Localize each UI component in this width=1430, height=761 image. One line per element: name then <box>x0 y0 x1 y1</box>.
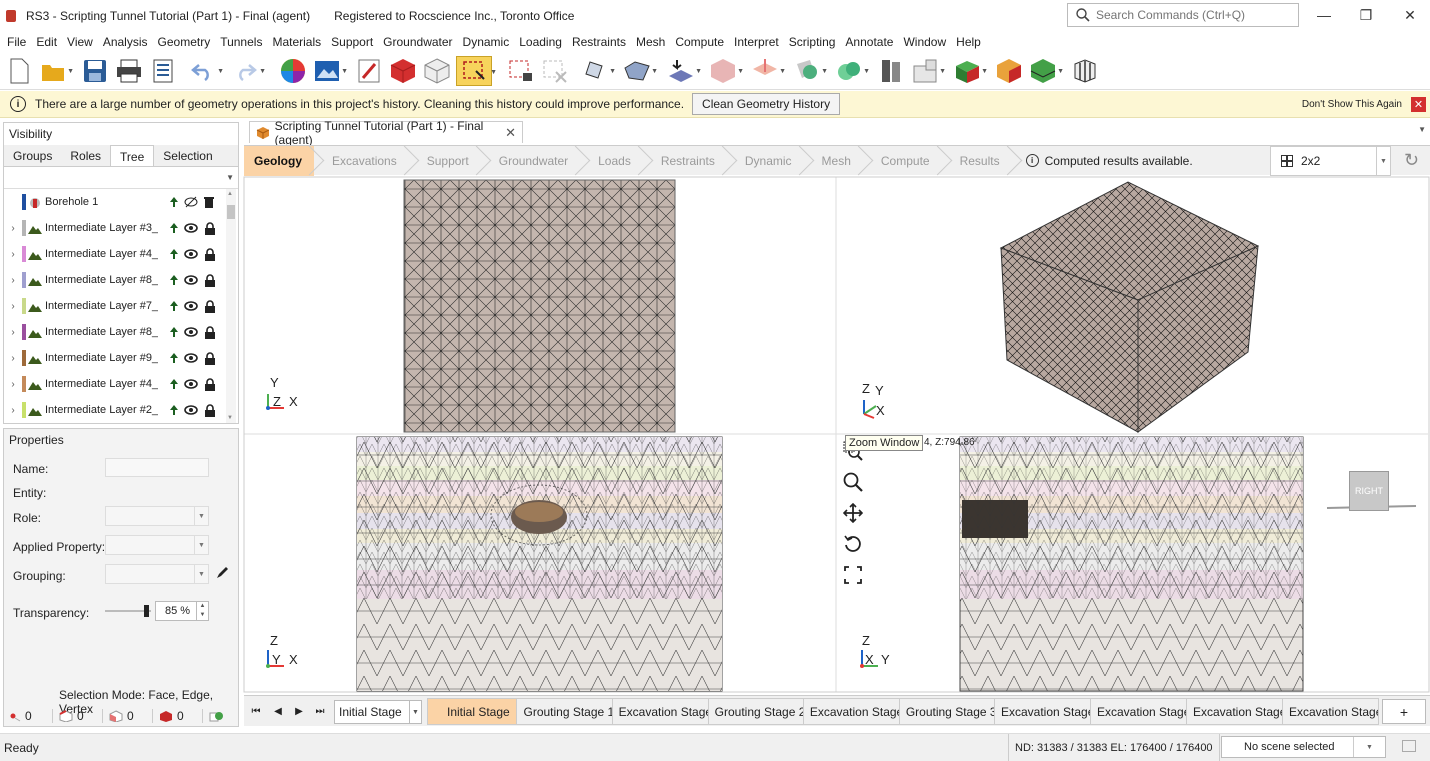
stage-tabs: Initial StageGrouting Stage 1 EExcavatio… <box>427 698 1379 725</box>
stage-bar: ⏮ ◀ ▶ ⏭ Initial Stage ▼ Initial Stage Grou… <box>244 695 1430 726</box>
axis-label-z: Z <box>862 633 870 648</box>
stage-tab[interactable]: Excavation Stage 9 <box>1283 698 1379 725</box>
viewport-grid <box>243 176 1430 693</box>
axis-label-z: Z <box>862 381 870 396</box>
mesh-info: ND: 31383 / 31383 EL: 176400 / 176400 <box>1008 734 1220 761</box>
first-stage-button[interactable]: ⏮ <box>246 700 266 722</box>
stage-tab[interactable]: Excavation Stage 8 <box>1187 698 1283 725</box>
status-ready: Ready <box>4 740 39 755</box>
viewport-bottom-right[interactable] <box>959 436 1304 692</box>
stage-tab[interactable]: Grouting Stage 3 E <box>899 698 995 725</box>
stage-dropdown[interactable]: Initial Stage ▼ <box>334 700 422 724</box>
stage-tab[interactable]: Excavation Stage 2 <box>612 698 709 725</box>
axis-label-y: Y <box>270 375 279 390</box>
zoom-window-tooltip: Zoom Window <box>845 435 924 451</box>
stage-tab[interactable]: Grouting Stage 1 E <box>517 698 613 725</box>
viewport-top-left[interactable] <box>403 179 676 433</box>
panel-layout-icon[interactable] <box>1402 740 1416 752</box>
status-bar: Ready ND: 31383 / 31383 EL: 176400 / 176… <box>0 733 1430 761</box>
plan-mesh <box>403 179 676 433</box>
pan-icon[interactable] <box>842 502 864 524</box>
zoom-extents-icon[interactable] <box>842 564 864 586</box>
stage-tab[interactable]: Excavation Stage 4 <box>803 698 900 725</box>
axis-triad-tr <box>863 400 877 419</box>
axis-label-z: Z <box>273 394 281 409</box>
axis-label-x: X <box>876 403 885 418</box>
last-stage-button[interactable]: ⏭ <box>310 700 330 722</box>
axis-label-z: Z <box>270 633 278 648</box>
stage-tab[interactable]: Grouting Stage 2 E <box>708 698 804 725</box>
viewport-tools <box>842 440 864 586</box>
scene-dropdown[interactable]: No scene selected ▼ <box>1221 736 1386 758</box>
next-stage-button[interactable]: ▶ <box>289 700 309 722</box>
rotate-icon[interactable] <box>842 533 864 555</box>
axis-label-y: Y <box>881 652 890 667</box>
axis-label-y: Y <box>875 383 884 398</box>
view-cube[interactable]: RIGHT <box>1350 472 1388 510</box>
zoom-icon[interactable] <box>842 471 864 493</box>
view-cube-label: RIGHT <box>1355 486 1383 496</box>
stage-tab[interactable]: Excavation Stage 7 <box>1091 698 1187 725</box>
prev-stage-button[interactable]: ◀ <box>268 700 288 722</box>
axis-label-x: X <box>289 652 298 667</box>
axis-label-x: X <box>289 394 298 409</box>
stage-tab[interactable]: Excavation Stage 6 <box>995 698 1091 725</box>
axis-label-x: X <box>865 652 874 667</box>
add-stage-button[interactable]: + <box>1382 699 1426 724</box>
viewport-top-right[interactable] <box>999 181 1260 433</box>
viewport-bottom-left[interactable] <box>356 436 723 692</box>
coordinate-readout: 4, Z:794.86 <box>924 437 975 448</box>
stage-dropdown-value: Initial Stage <box>339 705 402 719</box>
scene-value: No scene selected <box>1244 741 1335 753</box>
axis-label-y: Y <box>272 652 281 667</box>
stage-tab[interactable]: Initial Stage <box>427 698 518 725</box>
